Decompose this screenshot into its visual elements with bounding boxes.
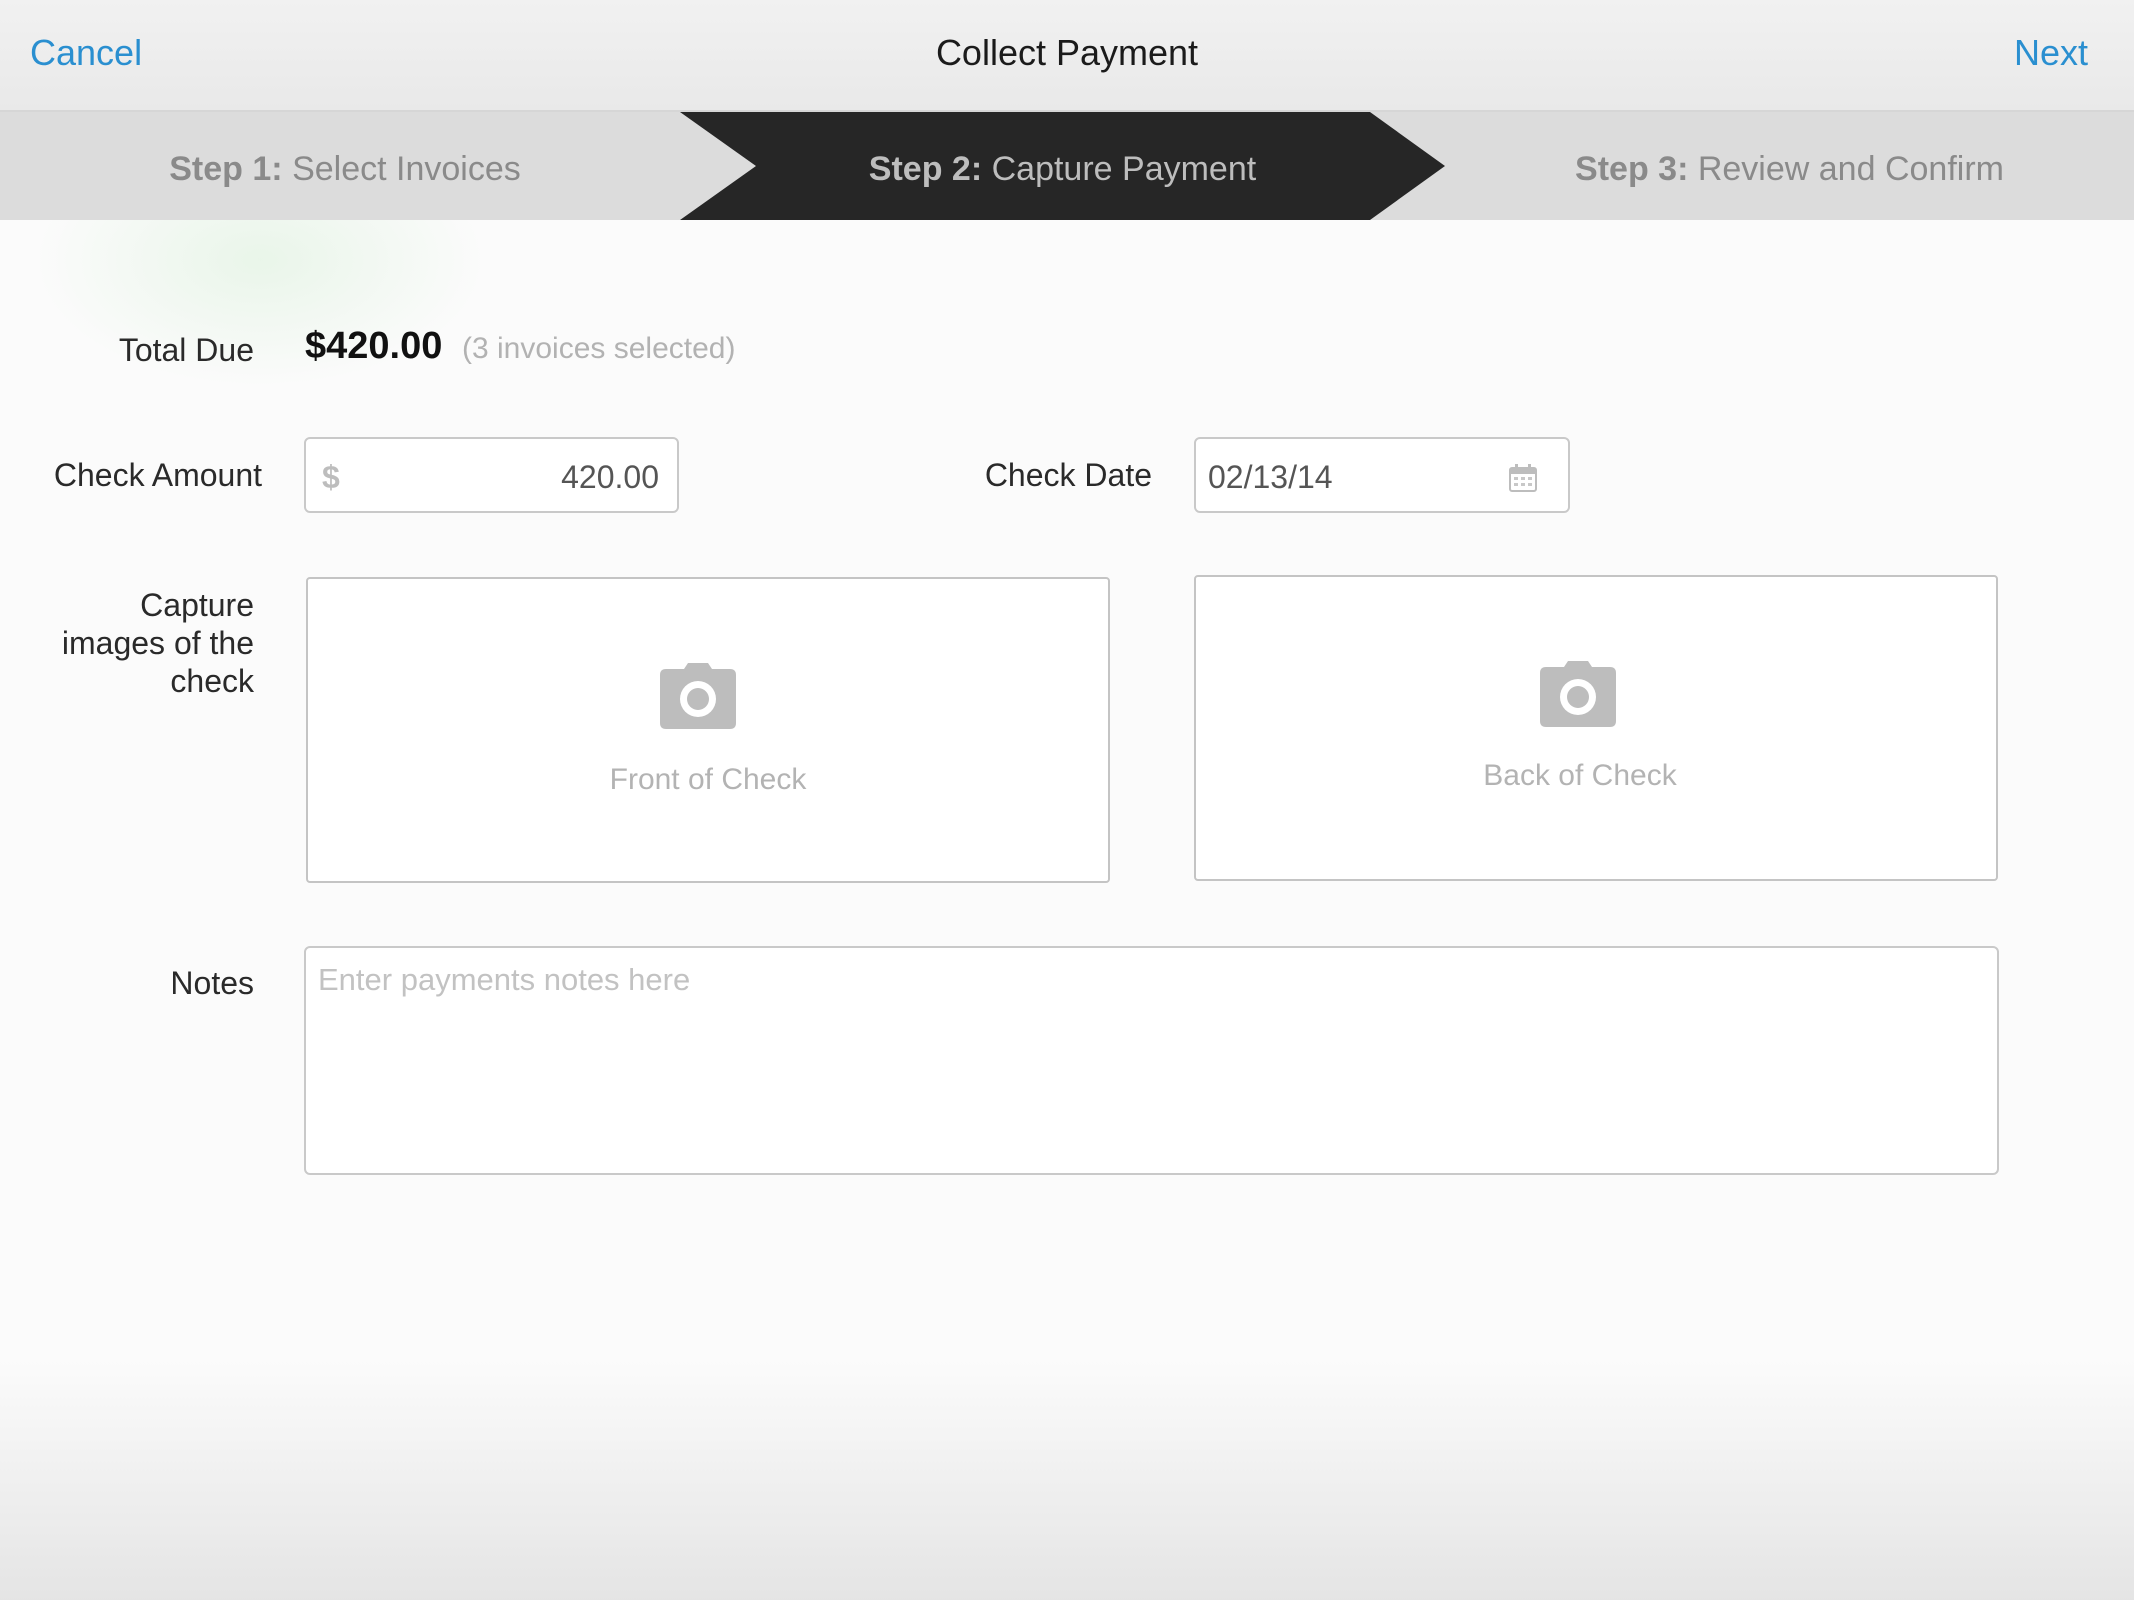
invoices-selected-note: (3 invoices selected)	[462, 332, 736, 365]
step-progress-bar: Step 1: Select Invoices Step 2: Capture …	[0, 112, 2134, 220]
camera-icon	[1540, 661, 1616, 727]
step-number: Step 3:	[1575, 150, 1689, 188]
check-date-field[interactable]: 02/13/14	[1194, 437, 1570, 513]
check-date-label: Check Date	[984, 457, 1152, 493]
calendar-icon[interactable]	[1508, 463, 1538, 493]
capture-label-line: Capture	[140, 587, 254, 623]
page-title: Collect Payment	[935, 32, 1199, 73]
step-number: Step 2:	[868, 150, 983, 188]
step-review-and-confirm[interactable]: Step 3: Review and Confirm	[1445, 150, 2134, 189]
capture-label-line: check	[170, 663, 254, 699]
navigation-bar: Cancel Collect Payment Next	[0, 0, 2134, 112]
camera-icon	[660, 663, 736, 729]
notes-input[interactable]	[304, 946, 1999, 1175]
step-select-invoices[interactable]: Step 1: Select Invoices	[0, 150, 690, 189]
step-number: Step 1:	[169, 150, 283, 188]
total-due-amount: $420.00	[305, 325, 443, 367]
total-due-label: Total Due	[118, 332, 254, 368]
step-label: Select Invoices	[292, 150, 521, 188]
check-date-value: 02/13/14	[1208, 459, 1333, 495]
step-capture-payment[interactable]: Step 2: Capture Payment	[680, 150, 1445, 189]
front-of-check-capture[interactable]: Front of Check	[306, 577, 1110, 883]
check-amount-value: 420.00	[561, 459, 659, 495]
currency-symbol: $	[322, 459, 340, 495]
notes-label: Notes	[170, 965, 254, 1001]
capture-images-label: Capture images of the check	[40, 586, 254, 700]
check-amount-label: Check Amount	[53, 457, 262, 493]
next-button[interactable]: Next	[2014, 32, 2088, 74]
back-of-check-label: Back of Check	[1483, 759, 1677, 792]
step-label: Review and Confirm	[1697, 150, 2004, 188]
front-of-check-label: Front of Check	[609, 763, 807, 796]
back-of-check-capture[interactable]: Back of Check	[1194, 575, 1998, 881]
check-amount-field[interactable]: $ 420.00	[304, 437, 679, 513]
capture-label-line: images of the	[61, 625, 254, 661]
step-label: Capture Payment	[991, 150, 1257, 188]
